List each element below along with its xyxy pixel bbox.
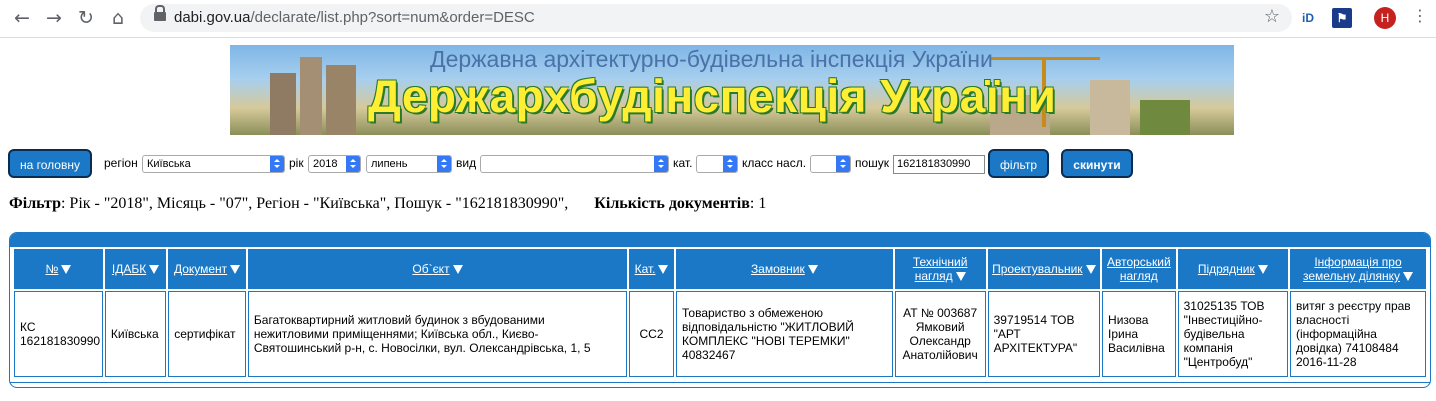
chevron-updown-icon <box>836 156 850 172</box>
home-button[interactable]: на головну <box>8 149 92 178</box>
crane-shape <box>990 57 1100 60</box>
cell-customer: Товариство з обмеженою відповідальністю … <box>676 291 893 377</box>
column-header-document[interactable]: Документ <box>168 249 246 289</box>
sort-desc-icon[interactable] <box>61 265 72 275</box>
tree-shape <box>1140 100 1190 135</box>
cell-num: КС 162181830990 <box>14 291 103 377</box>
building-shape <box>326 65 356 135</box>
column-header-land-info[interactable]: Інформація про земельну ділянку <box>1290 249 1426 289</box>
cell-object: Багатоквартирний житловий будинок з вбуд… <box>247 291 628 377</box>
bookmark-star-icon[interactable]: ☆ <box>1264 6 1280 27</box>
home-icon[interactable]: ⌂ <box>106 6 130 30</box>
cell-category: СС2 <box>629 291 675 377</box>
banner-title: Держархбудінспекція України <box>368 70 1057 122</box>
kind-select[interactable] <box>480 155 669 173</box>
cell-tech-supervision: АТ № 003687 Ямковий Олександр Анатолійов… <box>894 291 986 377</box>
back-arrow-icon[interactable]: ← <box>10 6 34 30</box>
region-label: регіон <box>104 156 138 170</box>
column-header-idabk[interactable]: ІДАБК <box>104 249 167 289</box>
forward-arrow-icon[interactable]: → <box>42 6 66 30</box>
cell-designer: 39719514 ТОВ "АРТ АРХІТЕКТУРА" <box>987 291 1101 377</box>
results-table: № ІДАБК Документ Об`єкт Кат. Замовник Те… <box>12 247 1428 379</box>
column-header-customer[interactable]: Замовник <box>676 249 893 289</box>
filter-summary-text: : Рік - "2018", Місяць - "07", Регіон - … <box>60 195 569 212</box>
building-shape <box>300 57 322 135</box>
building-shape <box>270 73 296 135</box>
filter-bar: на головну регіон Київська рік 2018 липе… <box>0 147 1436 181</box>
year-label: рік <box>289 156 304 170</box>
column-header-designer[interactable]: Проектувальник <box>987 249 1101 289</box>
column-header-object[interactable]: Об`єкт <box>247 249 628 289</box>
browser-toolbar: ← → ↻ ⌂ dabi.gov.ua/declarate/list.php?s… <box>0 0 1436 38</box>
chevron-updown-icon <box>437 156 451 172</box>
cell-author-supervision: Низова Ірина Василівна <box>1102 291 1176 377</box>
cell-land-info: витяг з реєстру прав власності (інформац… <box>1290 291 1426 377</box>
sort-desc-icon[interactable] <box>955 272 966 282</box>
consequence-class-select[interactable] <box>810 155 851 173</box>
table-row: КС 162181830990 Київська сертифікат Багат… <box>14 291 1426 377</box>
chevron-updown-icon <box>723 156 737 172</box>
sort-desc-icon[interactable] <box>149 265 160 275</box>
filter-summary: Фільтр: Рік - "2018", Місяць - "07", Рег… <box>9 195 766 213</box>
cell-document: сертифікат <box>168 291 246 377</box>
extension-flag-icon[interactable]: ⚑ <box>1332 8 1352 28</box>
column-header-num[interactable]: № <box>14 249 103 289</box>
filter-summary-label: Фільтр <box>9 195 61 212</box>
cell-idabk: Київська <box>104 291 167 377</box>
sort-desc-icon[interactable] <box>452 265 463 275</box>
year-select[interactable]: 2018 <box>308 155 361 173</box>
kebab-menu-icon[interactable]: ⋮ <box>1412 6 1428 25</box>
search-input[interactable]: 162181830990 <box>893 155 985 174</box>
sort-desc-icon[interactable] <box>1085 265 1096 275</box>
document-count-label: Кількість документів <box>594 195 750 212</box>
filter-button[interactable]: фільтр <box>988 149 1049 178</box>
table-bottom-bar <box>10 382 1430 383</box>
table-header-row: № ІДАБК Документ Об`єкт Кат. Замовник Те… <box>14 249 1426 289</box>
month-select[interactable]: липень <box>366 155 452 173</box>
column-header-tech-supervision[interactable]: Технічний нагляд <box>894 249 986 289</box>
sort-desc-icon[interactable] <box>1257 265 1268 275</box>
address-bar[interactable]: dabi.gov.ua/declarate/list.php?sort=num&… <box>140 4 1292 32</box>
search-label: пошук <box>855 156 890 170</box>
document-count-value: : 1 <box>749 195 767 212</box>
table-top-bar <box>10 233 1430 247</box>
profile-avatar[interactable]: H <box>1374 7 1396 29</box>
chevron-updown-icon <box>654 156 668 172</box>
category-select[interactable] <box>696 155 738 173</box>
extension-id-icon[interactable]: iD <box>1298 8 1318 28</box>
lock-icon <box>154 5 166 21</box>
url-text[interactable]: dabi.gov.ua/declarate/list.php?sort=num&… <box>174 9 535 26</box>
category-label: кат. <box>673 156 693 170</box>
building-shape <box>1090 80 1130 135</box>
reset-button[interactable]: скинути <box>1061 149 1133 178</box>
column-header-category[interactable]: Кат. <box>629 249 675 289</box>
sort-desc-icon[interactable] <box>658 265 669 275</box>
region-select[interactable]: Київська <box>142 155 285 173</box>
sort-desc-icon[interactable] <box>230 265 241 275</box>
chevron-updown-icon <box>270 156 284 172</box>
column-header-author-supervision[interactable]: Авторський нагляд <box>1102 249 1176 289</box>
cell-contractor: 31025135 ТОВ "Інвестиційно-будівельна ко… <box>1177 291 1288 377</box>
chevron-updown-icon <box>346 156 360 172</box>
reload-icon[interactable]: ↻ <box>74 6 98 30</box>
column-header-contractor[interactable]: Підрядник <box>1177 249 1288 289</box>
header-banner: Державна архітектурно-будівельна інспекц… <box>230 45 1234 135</box>
consequence-class-label: класс насл. <box>742 156 807 170</box>
sort-desc-icon[interactable] <box>1402 272 1413 282</box>
kind-label: вид <box>456 156 477 170</box>
sort-desc-icon[interactable] <box>807 265 818 275</box>
results-table-frame: № ІДАБК Документ Об`єкт Кат. Замовник Те… <box>9 232 1431 388</box>
